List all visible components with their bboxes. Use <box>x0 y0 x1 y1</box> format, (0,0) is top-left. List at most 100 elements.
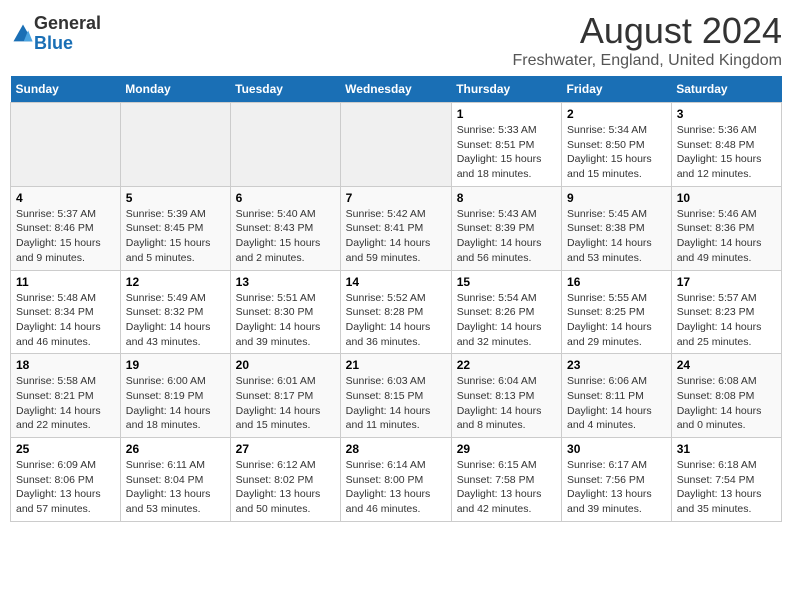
day-cell: 2Sunrise: 5:34 AMSunset: 8:50 PMDaylight… <box>562 103 672 187</box>
month-year: August 2024 <box>513 10 782 52</box>
day-info: Sunrise: 6:09 AMSunset: 8:06 PMDaylight:… <box>16 458 115 517</box>
logo-blue: Blue <box>34 34 101 54</box>
day-info: Sunrise: 6:12 AMSunset: 8:02 PMDaylight:… <box>236 458 335 517</box>
day-cell: 16 Sunrise: 5:55 AMSunset: 8:25 PMDayligh… <box>562 270 672 354</box>
day-info: Sunrise: 5:45 AMSunset: 8:38 PMDaylight:… <box>567 207 666 266</box>
header: General Blue August 2024 Freshwater, Eng… <box>10 10 782 70</box>
day-number: 6 <box>236 191 335 205</box>
day-info: Sunrise: 6:14 AMSunset: 8:00 PMDaylight:… <box>346 458 446 517</box>
week-row-5: 25Sunrise: 6:09 AMSunset: 8:06 PMDayligh… <box>11 438 782 522</box>
day-cell: 30 Sunrise: 6:17 AMSunset: 7:56 PMDayligh… <box>562 438 672 522</box>
day-number: 21 <box>346 358 446 372</box>
day-info: Sunrise: 5:39 AMSunset: 8:45 PMDaylight:… <box>126 207 225 266</box>
day-info: Sunrise: 6:00 AMSunset: 8:19 PMDaylight:… <box>126 374 225 433</box>
day-info: Sunrise: 6:08 AMSunset: 8:08 PMDaylight:… <box>677 374 776 433</box>
day-cell: 5 Sunrise: 5:39 AMSunset: 8:45 PMDaylight… <box>120 186 230 270</box>
day-cell <box>340 103 451 187</box>
day-info: Sunrise: 5:48 AMSunset: 8:34 PMDaylight:… <box>16 291 115 350</box>
day-cell: 8Sunrise: 5:43 AMSunset: 8:39 PMDaylight… <box>451 186 561 270</box>
day-cell: 3 Sunrise: 5:36 AMSunset: 8:48 PMDaylight… <box>671 103 781 187</box>
day-info: Sunrise: 6:11 AMSunset: 8:04 PMDaylight:… <box>126 458 225 517</box>
day-number: 20 <box>236 358 335 372</box>
week-row-1: 1Sunrise: 5:33 AMSunset: 8:51 PMDaylight… <box>11 103 782 187</box>
title-area: August 2024 Freshwater, England, United … <box>513 10 782 70</box>
day-info: Sunrise: 6:17 AMSunset: 7:56 PMDaylight:… <box>567 458 666 517</box>
day-info: Sunrise: 5:34 AMSunset: 8:50 PMDaylight:… <box>567 123 666 182</box>
day-cell: 21Sunrise: 6:03 AMSunset: 8:15 PMDayligh… <box>340 354 451 438</box>
day-info: Sunrise: 5:43 AMSunset: 8:39 PMDaylight:… <box>457 207 556 266</box>
day-number: 4 <box>16 191 115 205</box>
day-info: Sunrise: 5:42 AMSunset: 8:41 PMDaylight:… <box>346 207 446 266</box>
day-cell: 15 Sunrise: 5:54 AMSunset: 8:26 PMDayligh… <box>451 270 561 354</box>
day-info: Sunrise: 5:36 AMSunset: 8:48 PMDaylight:… <box>677 123 776 182</box>
day-number: 12 <box>126 275 225 289</box>
day-cell: 31 Sunrise: 6:18 AMSunset: 7:54 PMDayligh… <box>671 438 781 522</box>
logo-text: General Blue <box>34 14 101 54</box>
day-info: Sunrise: 5:33 AMSunset: 8:51 PMDaylight:… <box>457 123 556 182</box>
day-number: 26 <box>126 442 225 456</box>
day-cell: 11 Sunrise: 5:48 AMSunset: 8:34 PMDayligh… <box>11 270 121 354</box>
day-cell <box>11 103 121 187</box>
day-number: 15 <box>457 275 556 289</box>
day-cell: 22 Sunrise: 6:04 AMSunset: 8:13 PMDayligh… <box>451 354 561 438</box>
calendar: SundayMondayTuesdayWednesdayThursdayFrid… <box>10 76 782 522</box>
day-cell <box>120 103 230 187</box>
day-info: Sunrise: 5:52 AMSunset: 8:28 PMDaylight:… <box>346 291 446 350</box>
day-cell <box>230 103 340 187</box>
day-number: 27 <box>236 442 335 456</box>
day-cell: 9Sunrise: 5:45 AMSunset: 8:38 PMDaylight… <box>562 186 672 270</box>
day-info: Sunrise: 5:37 AMSunset: 8:46 PMDaylight:… <box>16 207 115 266</box>
day-number: 31 <box>677 442 776 456</box>
day-number: 29 <box>457 442 556 456</box>
day-cell: 6 Sunrise: 5:40 AMSunset: 8:43 PMDaylight… <box>230 186 340 270</box>
day-number: 14 <box>346 275 446 289</box>
day-info: Sunrise: 5:58 AMSunset: 8:21 PMDaylight:… <box>16 374 115 433</box>
weekday-header-friday: Friday <box>562 76 672 103</box>
weekday-header-thursday: Thursday <box>451 76 561 103</box>
day-info: Sunrise: 5:55 AMSunset: 8:25 PMDaylight:… <box>567 291 666 350</box>
day-cell: 18 Sunrise: 5:58 AMSunset: 8:21 PMDayligh… <box>11 354 121 438</box>
day-cell: 27 Sunrise: 6:12 AMSunset: 8:02 PMDayligh… <box>230 438 340 522</box>
logo: General Blue <box>10 14 101 54</box>
day-number: 5 <box>126 191 225 205</box>
week-row-2: 4 Sunrise: 5:37 AMSunset: 8:46 PMDaylight… <box>11 186 782 270</box>
day-info: Sunrise: 5:40 AMSunset: 8:43 PMDaylight:… <box>236 207 335 266</box>
day-cell: 17Sunrise: 5:57 AMSunset: 8:23 PMDayligh… <box>671 270 781 354</box>
day-info: Sunrise: 6:06 AMSunset: 8:11 PMDaylight:… <box>567 374 666 433</box>
weekday-header-wednesday: Wednesday <box>340 76 451 103</box>
location: Freshwater, England, United Kingdom <box>513 52 782 70</box>
day-number: 16 <box>567 275 666 289</box>
week-row-4: 18 Sunrise: 5:58 AMSunset: 8:21 PMDayligh… <box>11 354 782 438</box>
day-info: Sunrise: 6:18 AMSunset: 7:54 PMDaylight:… <box>677 458 776 517</box>
day-cell: 13Sunrise: 5:51 AMSunset: 8:30 PMDayligh… <box>230 270 340 354</box>
weekday-header-monday: Monday <box>120 76 230 103</box>
day-number: 3 <box>677 107 776 121</box>
day-info: Sunrise: 6:15 AMSunset: 7:58 PMDaylight:… <box>457 458 556 517</box>
day-cell: 28Sunrise: 6:14 AMSunset: 8:00 PMDayligh… <box>340 438 451 522</box>
logo-general: General <box>34 14 101 34</box>
day-info: Sunrise: 5:57 AMSunset: 8:23 PMDaylight:… <box>677 291 776 350</box>
day-number: 13 <box>236 275 335 289</box>
day-number: 11 <box>16 275 115 289</box>
day-info: Sunrise: 6:01 AMSunset: 8:17 PMDaylight:… <box>236 374 335 433</box>
day-cell: 12 Sunrise: 5:49 AMSunset: 8:32 PMDayligh… <box>120 270 230 354</box>
day-cell: 10 Sunrise: 5:46 AMSunset: 8:36 PMDayligh… <box>671 186 781 270</box>
day-number: 18 <box>16 358 115 372</box>
day-cell: 7Sunrise: 5:42 AMSunset: 8:41 PMDaylight… <box>340 186 451 270</box>
day-info: Sunrise: 6:04 AMSunset: 8:13 PMDaylight:… <box>457 374 556 433</box>
day-number: 30 <box>567 442 666 456</box>
day-number: 22 <box>457 358 556 372</box>
day-info: Sunrise: 5:46 AMSunset: 8:36 PMDaylight:… <box>677 207 776 266</box>
day-cell: 4 Sunrise: 5:37 AMSunset: 8:46 PMDaylight… <box>11 186 121 270</box>
day-cell: 25Sunrise: 6:09 AMSunset: 8:06 PMDayligh… <box>11 438 121 522</box>
logo-icon <box>12 23 34 45</box>
day-cell: 19 Sunrise: 6:00 AMSunset: 8:19 PMDayligh… <box>120 354 230 438</box>
weekday-header-sunday: Sunday <box>11 76 121 103</box>
day-number: 23 <box>567 358 666 372</box>
day-number: 19 <box>126 358 225 372</box>
day-cell: 24Sunrise: 6:08 AMSunset: 8:08 PMDayligh… <box>671 354 781 438</box>
day-info: Sunrise: 5:54 AMSunset: 8:26 PMDaylight:… <box>457 291 556 350</box>
day-number: 10 <box>677 191 776 205</box>
day-info: Sunrise: 5:49 AMSunset: 8:32 PMDaylight:… <box>126 291 225 350</box>
day-cell: 20 Sunrise: 6:01 AMSunset: 8:17 PMDayligh… <box>230 354 340 438</box>
